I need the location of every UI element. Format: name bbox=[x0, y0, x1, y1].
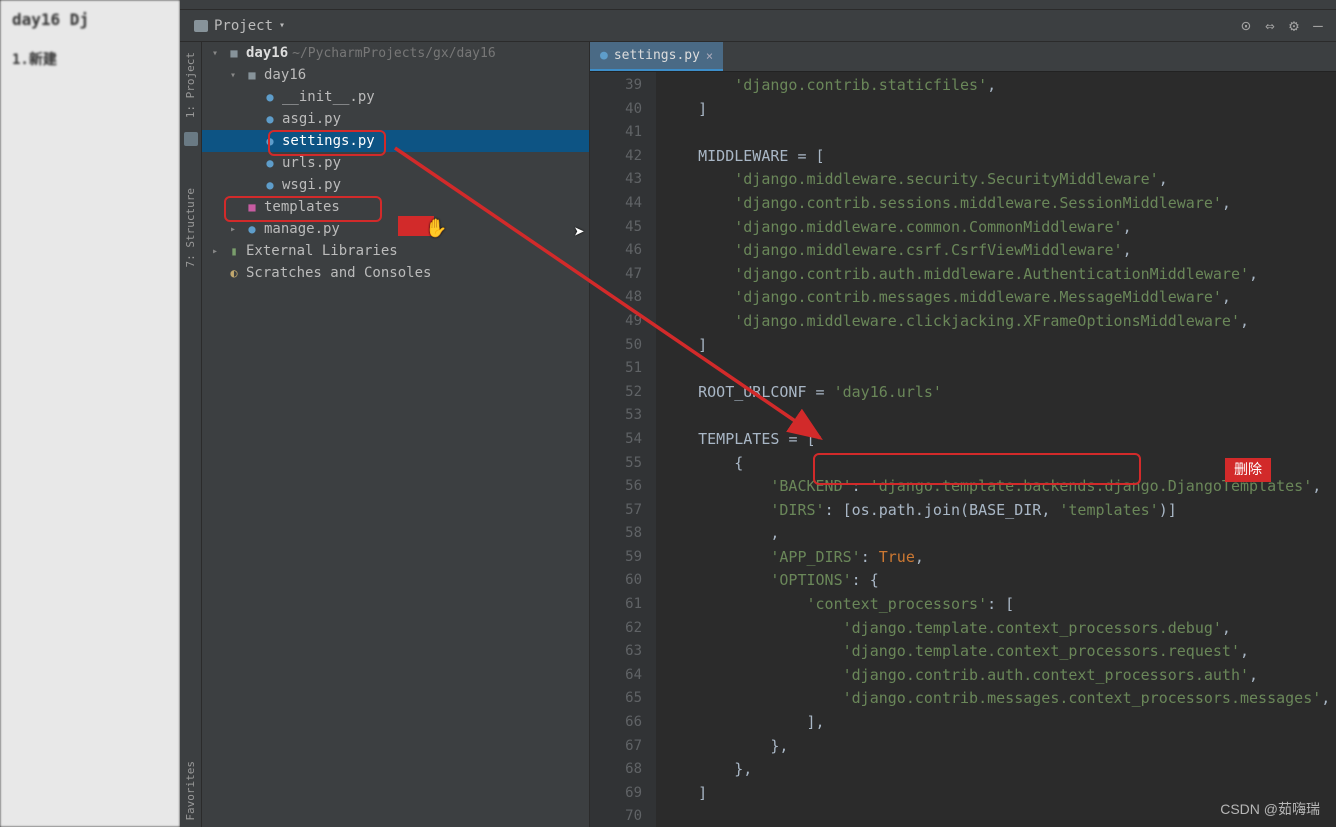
gear-icon[interactable]: ⚙ bbox=[1282, 14, 1306, 38]
project-toolbar: Project ▾ ⊙ ⇔ ⚙ — bbox=[180, 10, 1336, 42]
tree-app-label: day16 bbox=[264, 67, 306, 83]
python-file-icon: ● bbox=[600, 48, 608, 63]
code-content[interactable]: 'django.contrib.staticfiles', ] MIDDLEWA… bbox=[656, 72, 1336, 827]
tree-file-manage[interactable]: ▸ ● manage.py bbox=[202, 218, 589, 240]
ide-window: Project ▾ ⊙ ⇔ ⚙ — 1: Project 7: Structur… bbox=[180, 0, 1336, 827]
tree-scratches-label: Scratches and Consoles bbox=[246, 265, 431, 281]
tab-label: settings.py bbox=[614, 48, 700, 63]
tree-root-path: ~/PycharmProjects/gx/day16 bbox=[292, 46, 496, 61]
scratches-icon: ◐ bbox=[226, 266, 242, 280]
tree-file-urls[interactable]: ● urls.py bbox=[202, 152, 589, 174]
project-tree[interactable]: ▾ ■ day16 ~/PycharmProjects/gx/day16 ▾ ■… bbox=[202, 42, 590, 827]
python-file-icon: ● bbox=[262, 134, 278, 148]
project-dropdown[interactable]: Project ▾ bbox=[186, 15, 293, 37]
editor-tabs: ● settings.py × bbox=[590, 42, 1336, 72]
tree-external-libraries[interactable]: ▸ ▮ External Libraries bbox=[202, 240, 589, 262]
tree-root-label: day16 bbox=[246, 45, 288, 61]
main-area: 1: Project 7: Structure Favorites ▾ ■ da… bbox=[180, 42, 1336, 827]
tool-rail: 1: Project 7: Structure Favorites bbox=[180, 42, 202, 827]
folder-icon: ■ bbox=[226, 46, 242, 60]
tree-file-settings[interactable]: ● settings.py bbox=[202, 130, 589, 152]
watermark: CSDN @茹嗨瑞 bbox=[1220, 799, 1320, 819]
python-file-icon: ● bbox=[262, 178, 278, 192]
rail-structure[interactable]: 7: Structure bbox=[182, 182, 199, 273]
tree-templates-label: templates bbox=[264, 199, 340, 215]
tree-file-label: manage.py bbox=[264, 221, 340, 237]
tree-file-asgi[interactable]: ● asgi.py bbox=[202, 108, 589, 130]
templates-folder-icon: ■ bbox=[244, 200, 260, 214]
tree-file-label: asgi.py bbox=[282, 111, 341, 127]
folder-icon: ■ bbox=[244, 68, 260, 82]
line-number-gutter: 3940414243444546474849505152535455565758… bbox=[590, 72, 656, 827]
locate-icon[interactable]: ⊙ bbox=[1234, 14, 1258, 38]
python-file-icon: ● bbox=[244, 222, 260, 236]
tree-app-folder[interactable]: ▾ ■ day16 bbox=[202, 64, 589, 86]
python-file-icon: ● bbox=[262, 156, 278, 170]
tree-templates-folder[interactable]: ■ templates bbox=[202, 196, 589, 218]
tree-file-label: wsgi.py bbox=[282, 177, 341, 193]
tree-file-init[interactable]: ● __init__.py bbox=[202, 86, 589, 108]
collapse-icon[interactable]: ⇔ bbox=[1258, 14, 1282, 38]
tab-settings[interactable]: ● settings.py × bbox=[590, 42, 723, 71]
tree-file-label: __init__.py bbox=[282, 89, 375, 105]
breadcrumb bbox=[180, 0, 1336, 10]
folder-icon bbox=[194, 20, 208, 32]
rail-project[interactable]: 1: Project bbox=[182, 46, 199, 124]
hide-icon[interactable]: — bbox=[1306, 14, 1330, 38]
tree-root[interactable]: ▾ ■ day16 ~/PycharmProjects/gx/day16 bbox=[202, 42, 589, 64]
tree-external-label: External Libraries bbox=[246, 243, 398, 259]
tree-file-label: settings.py bbox=[282, 133, 375, 149]
editor-body[interactable]: 3940414243444546474849505152535455565758… bbox=[590, 72, 1336, 827]
editor-area: ● settings.py × 394041424344454647484950… bbox=[590, 42, 1336, 827]
python-file-icon: ● bbox=[262, 112, 278, 126]
tree-file-label: urls.py bbox=[282, 155, 341, 171]
rail-favorites[interactable]: Favorites bbox=[182, 755, 199, 827]
tree-scratches[interactable]: ◐ Scratches and Consoles bbox=[202, 262, 589, 284]
close-icon[interactable]: × bbox=[706, 49, 713, 63]
bg-section: 1.新建 bbox=[12, 49, 168, 69]
python-file-icon: ● bbox=[262, 90, 278, 104]
rail-square-icon bbox=[184, 132, 198, 146]
library-icon: ▮ bbox=[226, 244, 242, 258]
tree-file-wsgi[interactable]: ● wsgi.py bbox=[202, 174, 589, 196]
bg-title: day16 Dj bbox=[12, 10, 168, 29]
project-label-text: Project bbox=[214, 18, 273, 34]
background-page: day16 Dj 1.新建 bbox=[0, 0, 180, 827]
chevron-down-icon: ▾ bbox=[279, 20, 285, 31]
